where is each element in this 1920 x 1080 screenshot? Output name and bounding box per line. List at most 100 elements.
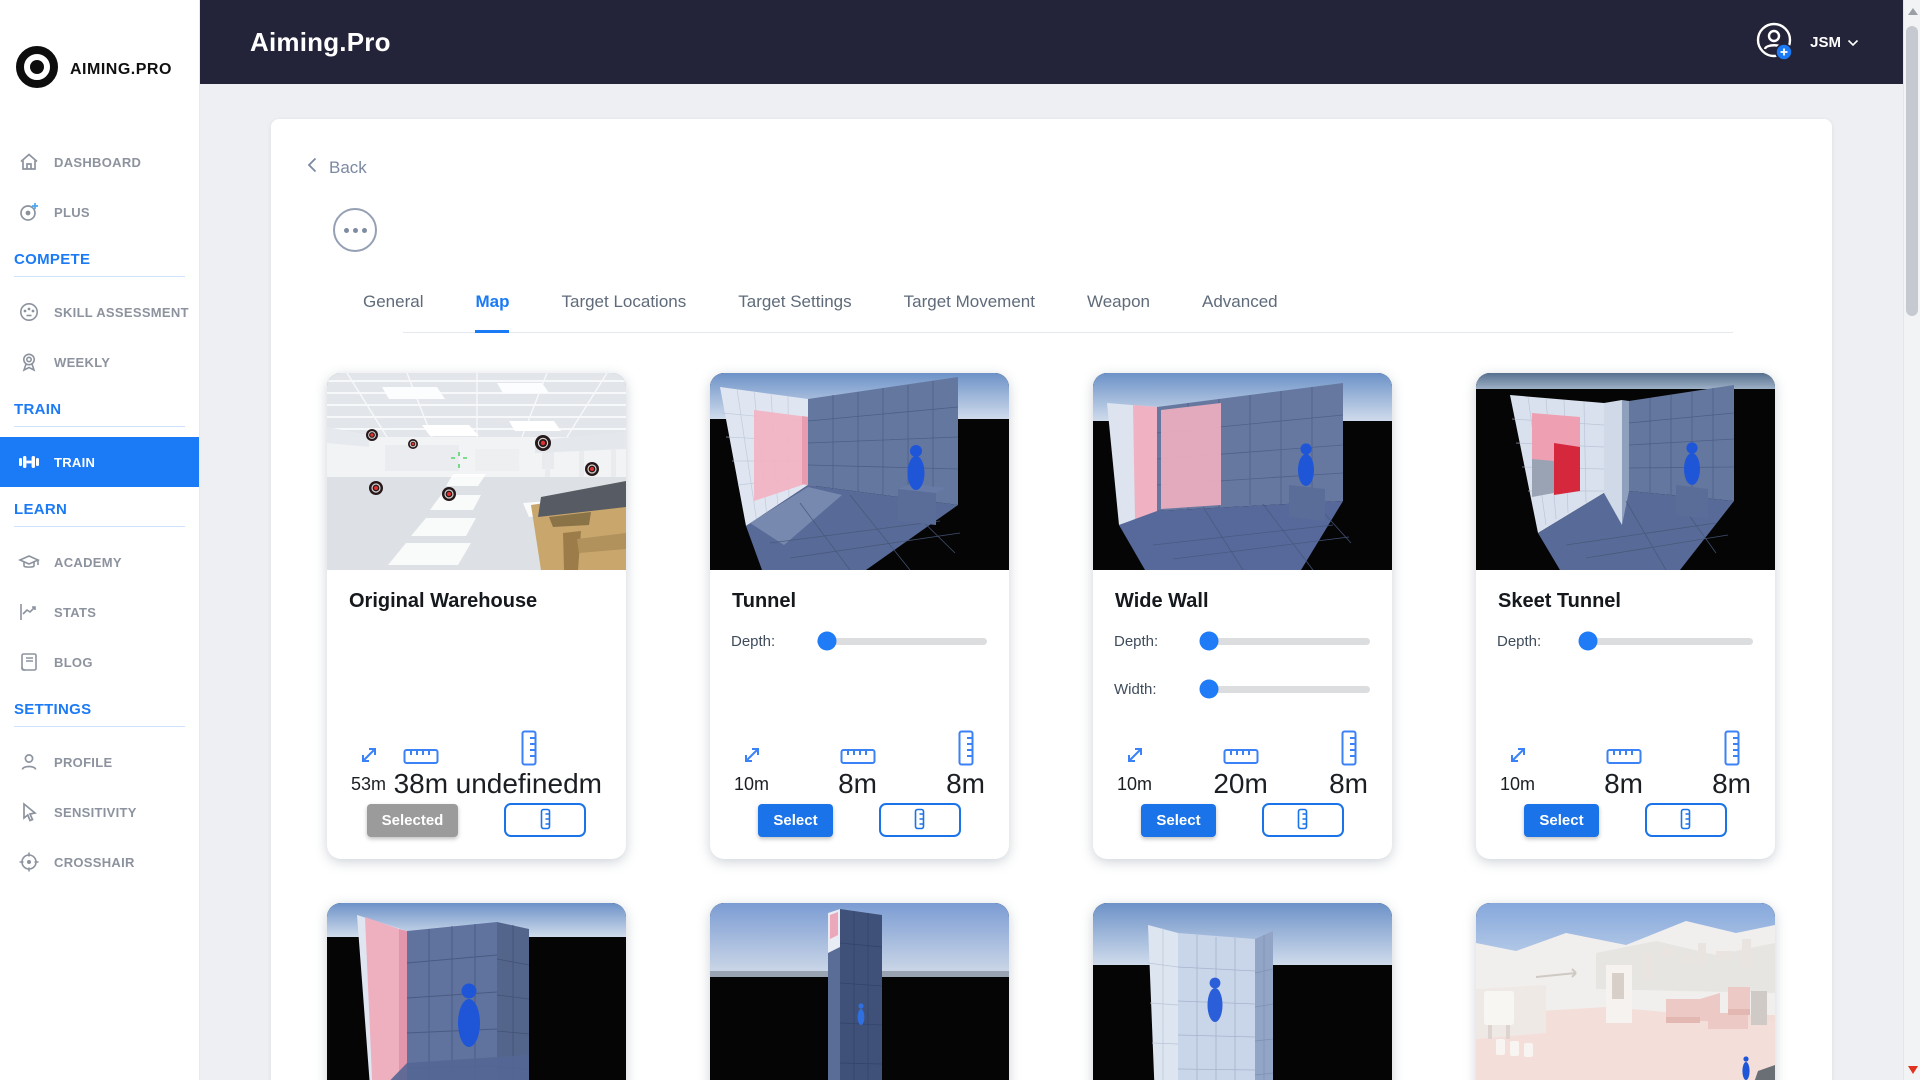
sidebar-item-skill-assessment[interactable]: SKILL ASSESSMENT: [0, 287, 199, 337]
sidebar-item-academy[interactable]: ACADEMY: [0, 537, 199, 587]
map-stats: 10m 8m 8m: [1476, 730, 1775, 800]
tab-map[interactable]: Map: [475, 292, 509, 333]
tab-target-locations[interactable]: Target Locations: [561, 292, 686, 333]
stat-height: 8m: [1329, 730, 1368, 800]
sidebar-item-label: STATS: [54, 605, 96, 620]
user-menu[interactable]: JSM: [1810, 34, 1859, 51]
slider-track[interactable]: [1200, 638, 1370, 645]
back-label: Back: [329, 158, 367, 178]
map-preview-tunnel-image[interactable]: [710, 373, 1009, 570]
scrollbar[interactable]: [1903, 0, 1920, 1080]
depth-slider: Depth:: [1114, 626, 1370, 656]
map-preview-skeet-tunnel-image[interactable]: [1476, 373, 1775, 570]
slider-thumb[interactable]: [818, 632, 837, 651]
stat-value: 10m: [1500, 774, 1535, 795]
vertical-ruler-icon: [1340, 730, 1358, 766]
sidebar-item-profile[interactable]: PROFILE: [0, 737, 199, 787]
map-card-original-warehouse: Original Warehouse 53m 38m undefinedm: [327, 373, 626, 859]
slider-track[interactable]: [817, 638, 987, 645]
map-preview-corner-walls-image[interactable]: [1093, 903, 1392, 1080]
map-card-title: Tunnel: [732, 590, 796, 613]
map-card-grid: Original Warehouse 53m 38m undefinedm: [327, 373, 1832, 1080]
map-preview-desert-facility-image[interactable]: [1476, 903, 1775, 1080]
scroll-down-arrow-icon[interactable]: [1908, 1066, 1918, 1074]
sidebar-section-label: SETTINGS: [14, 701, 185, 727]
sidebar-section-label: TRAIN: [14, 401, 185, 427]
diagonal-resize-arrow-icon: [741, 730, 763, 766]
sidebar-item-plus[interactable]: PLUS: [0, 187, 199, 237]
sidebar-item-sensitivity[interactable]: SENSITIVITY: [0, 787, 199, 837]
map-preview-tall-tower-image[interactable]: [710, 903, 1009, 1080]
sidebar-item-weekly[interactable]: WEEKLY: [0, 337, 199, 387]
map-preview-wide-wall-image[interactable]: [1093, 373, 1392, 570]
slider-track[interactable]: [1583, 638, 1753, 645]
user-icon: [18, 751, 40, 773]
map-preview-pink-wall-room-image[interactable]: [327, 903, 626, 1080]
slider-thumb[interactable]: [1199, 632, 1218, 651]
diagonal-resize-arrow-icon: [1507, 730, 1529, 766]
scrollbar-thumb[interactable]: [1906, 26, 1918, 316]
sidebar-item-dashboard[interactable]: DASHBOARD: [0, 137, 199, 187]
stat-distance: 10m: [1117, 730, 1152, 800]
scroll-up-arrow-icon[interactable]: [1908, 8, 1918, 15]
sidebar-section-compete: COMPETE: [0, 237, 199, 287]
sidebar-item-crosshair[interactable]: CROSSHAIR: [0, 837, 199, 887]
map-info-button[interactable]: [1262, 803, 1344, 837]
slider-thumb[interactable]: [1199, 680, 1218, 699]
select-button[interactable]: Select: [1141, 804, 1215, 837]
graduation-cap-icon: [18, 551, 40, 573]
stat-value: 8m: [946, 768, 985, 800]
stat-value: undefinedm: [456, 768, 602, 800]
vertical-ruler-icon: [540, 808, 551, 833]
map-preview-warehouse-image[interactable]: [327, 373, 626, 570]
map-info-button[interactable]: [504, 803, 586, 837]
user-circle-add-icon[interactable]: [1752, 19, 1798, 65]
width-slider: Width:: [1114, 674, 1370, 704]
stat-value: 8m: [1329, 768, 1368, 800]
map-card-tunnel: Tunnel Depth: 10m: [710, 373, 1009, 859]
map-card-row2-4: [1476, 903, 1775, 1080]
home-icon: [18, 151, 40, 173]
tab-target-movement[interactable]: Target Movement: [904, 292, 1035, 333]
slider-track[interactable]: [1200, 686, 1370, 693]
sidebar-item-label: SENSITIVITY: [54, 805, 137, 820]
map-info-button[interactable]: [879, 803, 961, 837]
select-button[interactable]: Select: [1524, 804, 1598, 837]
sidebar-item-label: WEEKLY: [54, 355, 110, 370]
stat-height: 8m: [1712, 730, 1751, 800]
stat-distance: 10m: [1500, 730, 1535, 800]
stat-value: 8m: [838, 768, 877, 800]
tab-weapon[interactable]: Weapon: [1087, 292, 1150, 333]
sidebar-section-learn: LEARN: [0, 487, 199, 537]
tab-target-settings[interactable]: Target Settings: [738, 292, 851, 333]
depth-slider: Depth:: [731, 626, 987, 656]
vertical-ruler-icon: [914, 808, 925, 833]
stat-width: 38m: [394, 730, 448, 800]
sidebar-item-label: BLOG: [54, 655, 93, 670]
ellipsis-icon[interactable]: [333, 208, 377, 252]
sidebar-item-blog[interactable]: BLOG: [0, 637, 199, 687]
sidebar-item-stats[interactable]: STATS: [0, 587, 199, 637]
tab-general[interactable]: General: [363, 292, 423, 333]
sidebar-item-label: DASHBOARD: [54, 155, 141, 170]
map-stats: 10m 8m 8m: [710, 730, 1009, 800]
depth-slider: Depth:: [1497, 626, 1753, 656]
back-button[interactable]: Back: [271, 119, 391, 178]
map-info-button[interactable]: [1645, 803, 1727, 837]
sidebar-item-train[interactable]: TRAIN: [0, 437, 199, 487]
target-plus-icon: [18, 201, 40, 223]
stat-height: 8m: [946, 730, 985, 800]
stat-distance: 53m: [351, 730, 386, 800]
slider-thumb[interactable]: [1579, 632, 1598, 651]
slider-label: Depth:: [1497, 633, 1583, 650]
tab-advanced[interactable]: Advanced: [1202, 292, 1278, 333]
sidebar: AIMING.PRO DASHBOARD PLUS COMPETE SKILL …: [0, 0, 200, 1080]
stat-height: undefinedm: [456, 730, 602, 800]
diagonal-resize-arrow-icon: [1124, 730, 1146, 766]
select-button[interactable]: Select: [758, 804, 832, 837]
main-content: Back General Map Target Locations Target…: [200, 84, 1903, 1080]
stat-distance: 10m: [734, 730, 769, 800]
slider-label: Width:: [1114, 681, 1200, 698]
selected-button[interactable]: Selected: [367, 804, 459, 837]
brand-logo[interactable]: AIMING.PRO: [0, 0, 199, 95]
